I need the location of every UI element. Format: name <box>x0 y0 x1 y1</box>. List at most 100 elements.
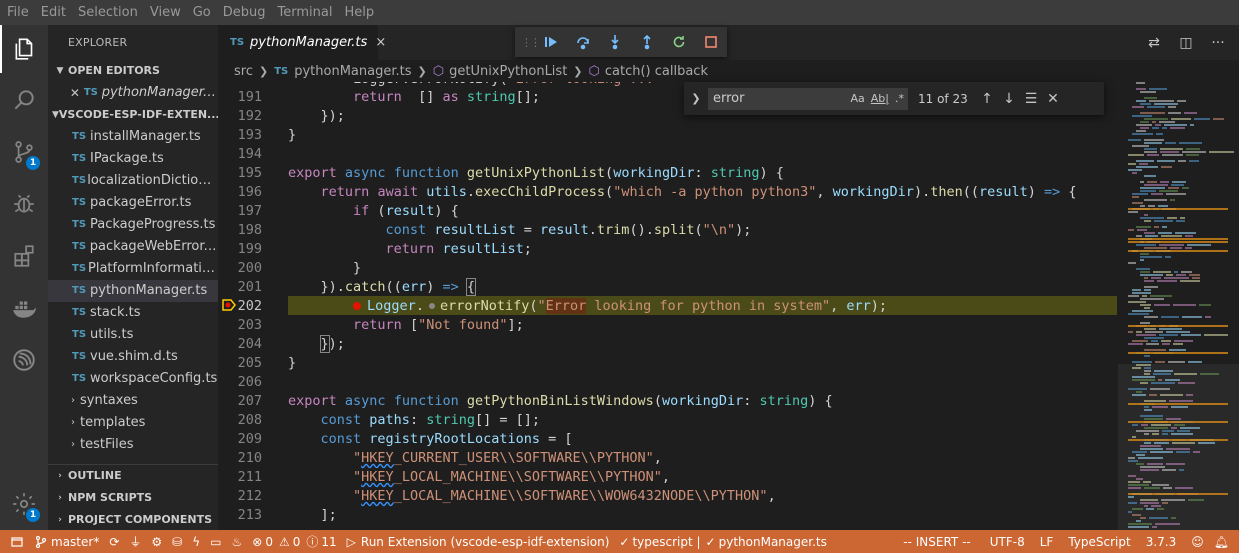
file-item[interactable]: TS workspaceConfig.ts <box>48 368 218 390</box>
previous-match-icon[interactable]: ↑ <box>976 91 998 107</box>
match-case-icon[interactable]: Aa <box>851 92 865 105</box>
file-item[interactable]: TS stack.ts <box>48 302 218 324</box>
debug-icon[interactable] <box>0 180 48 228</box>
section-workspace[interactable]: ▼ VSCODE-ESP-IDF-EXTEN... <box>48 104 218 126</box>
whole-word-icon[interactable]: Ab| <box>871 92 889 105</box>
file-item[interactable]: TS utils.ts <box>48 324 218 346</box>
sync-icon[interactable]: ⟳ <box>104 530 124 553</box>
file-item[interactable]: TS packageWebError.ts <box>48 236 218 258</box>
close-icon[interactable]: × <box>375 35 386 50</box>
database-icon[interactable]: ⛁ <box>167 530 187 553</box>
open-editor-item[interactable]: ✕ TS pythonManager.ts <box>48 82 218 104</box>
breadcrumb-symbol[interactable]: getUnixPythonList <box>449 64 567 79</box>
breadcrumb-symbol[interactable]: catch() callback <box>605 64 708 79</box>
section-open-editors[interactable]: ▼ OPEN EDITORS <box>48 60 218 82</box>
section-project-components[interactable]: › PROJECT COMPONENTS <box>48 509 218 530</box>
encoding[interactable]: UTF-8 <box>985 530 1035 553</box>
minimap-line <box>1209 151 1234 153</box>
file-item[interactable]: TS packageError.ts <box>48 192 218 214</box>
docker-icon[interactable] <box>0 284 48 332</box>
minimap-line <box>1144 406 1149 408</box>
menu-help[interactable]: Help <box>339 0 381 25</box>
minimap-line <box>1132 436 1136 438</box>
continue-icon[interactable] <box>535 27 567 57</box>
npm-scripts-label: NPM SCRIPTS <box>68 491 153 504</box>
branch-item[interactable]: master* <box>29 530 104 553</box>
problems-item[interactable]: ⊗ 0 ⚠ 0 ⓘ 11 <box>247 530 341 553</box>
regex-icon[interactable]: .* <box>895 92 904 105</box>
explorer-icon[interactable] <box>0 25 48 73</box>
code-editor[interactable]: 191 192 193 194 195 196 197 198 199 200 201 202 203 2… <box>218 82 1239 530</box>
bell-icon[interactable]: 🔔︎ <box>1209 530 1239 553</box>
find-in-selection-icon[interactable]: ☰ <box>1020 91 1042 107</box>
end-of-line[interactable]: LF <box>1035 530 1064 553</box>
minimap-line <box>1171 433 1193 435</box>
next-match-icon[interactable]: ↓ <box>998 91 1020 107</box>
find-input[interactable]: error Aa Ab| .* <box>708 87 908 110</box>
language-mode[interactable]: TypeScript <box>1063 530 1140 553</box>
step-out-icon[interactable] <box>631 27 663 57</box>
section-npm-scripts[interactable]: › NPM SCRIPTS <box>48 487 218 509</box>
menu-view[interactable]: View <box>145 0 188 25</box>
flame-icon[interactable]: ♨ <box>227 530 248 553</box>
flash-icon[interactable]: ϟ <box>187 530 205 553</box>
minimap-line <box>1128 484 1149 486</box>
breadcrumb-file[interactable]: pythonManager.ts <box>294 64 411 79</box>
lint-item[interactable]: ✓ typescript | ✓ pythonManager.ts <box>614 530 831 553</box>
settings-badge: 1 <box>26 508 40 522</box>
minimap-line <box>1144 277 1148 279</box>
section-outline[interactable]: › OUTLINE <box>48 465 218 487</box>
settings-gear-icon[interactable]: 1 <box>0 480 48 528</box>
file-item[interactable]: TS installManager.ts <box>48 126 218 148</box>
file-item[interactable]: TS PackageProgress.ts <box>48 214 218 236</box>
monitor-icon[interactable]: ▭ <box>205 530 226 553</box>
launch-config-item[interactable]: ▷ Run Extension (vscode-esp-idf-extensio… <box>342 530 615 553</box>
folder-syntaxes[interactable]: › syntaxes <box>48 390 218 412</box>
breakpoint-stopped-icon[interactable] <box>222 298 236 312</box>
minimap-line <box>1128 295 1139 297</box>
file-item[interactable]: TS pythonManager.ts <box>48 280 218 302</box>
folder-templates[interactable]: › templates <box>48 412 218 434</box>
inline-breakpoint-icon[interactable] <box>428 303 435 309</box>
toggle-replace-icon[interactable]: ❯ <box>684 92 708 105</box>
minimap-line <box>1144 433 1149 435</box>
remote-icon[interactable] <box>0 530 29 553</box>
open-changes-icon[interactable]: ⇄ <box>1145 35 1163 51</box>
restart-icon[interactable] <box>663 27 695 57</box>
menu-go[interactable]: Go <box>188 0 218 25</box>
tab-python-manager[interactable]: TS pythonManager.ts × <box>218 25 386 60</box>
step-into-icon[interactable] <box>599 27 631 57</box>
source-control-icon[interactable]: 1 <box>0 128 48 176</box>
extensions-icon[interactable] <box>0 232 48 280</box>
plug-icon[interactable]: ⏚ <box>124 530 146 553</box>
close-icon[interactable]: ✕ <box>66 82 84 104</box>
split-editor-icon[interactable]: ◫ <box>1177 35 1195 51</box>
ts-version[interactable]: 3.7.3 <box>1141 530 1187 553</box>
menu-file[interactable]: File <box>2 0 36 25</box>
espressif-icon[interactable] <box>0 336 48 384</box>
file-item[interactable]: TS IPackage.ts <box>48 148 218 170</box>
file-item[interactable]: TSPlatformInformation.ts <box>48 258 218 280</box>
folder-testfiles[interactable]: › testFiles <box>48 434 218 456</box>
breadcrumb-folder[interactable]: src <box>234 64 253 79</box>
minimap[interactable] <box>1118 82 1239 530</box>
minimap-line <box>1181 334 1201 336</box>
more-actions-icon[interactable]: ··· <box>1209 35 1227 51</box>
file-item[interactable]: TSlocalizationDictionary.ts <box>48 170 218 192</box>
gear-icon[interactable]: ⚙ <box>146 530 167 553</box>
menu-edit[interactable]: Edit <box>36 0 73 25</box>
stop-icon[interactable] <box>695 27 727 57</box>
code-line: } <box>288 127 297 143</box>
minimap-find-match <box>1128 403 1228 405</box>
search-icon[interactable] <box>0 76 48 124</box>
menu-selection[interactable]: Selection <box>73 0 145 25</box>
minimap-line <box>1141 424 1148 426</box>
step-over-icon[interactable] <box>567 27 599 57</box>
breakpoint-icon[interactable] <box>353 302 362 310</box>
drag-handle-icon[interactable]: ⋮⋮ <box>521 36 541 49</box>
feedback-icon[interactable]: ☺ <box>1186 530 1209 553</box>
menu-debug[interactable]: Debug <box>218 0 273 25</box>
close-icon[interactable]: ✕ <box>1042 91 1064 107</box>
file-item[interactable]: TS vue.shim.d.ts <box>48 346 218 368</box>
menu-terminal[interactable]: Terminal <box>273 0 340 25</box>
